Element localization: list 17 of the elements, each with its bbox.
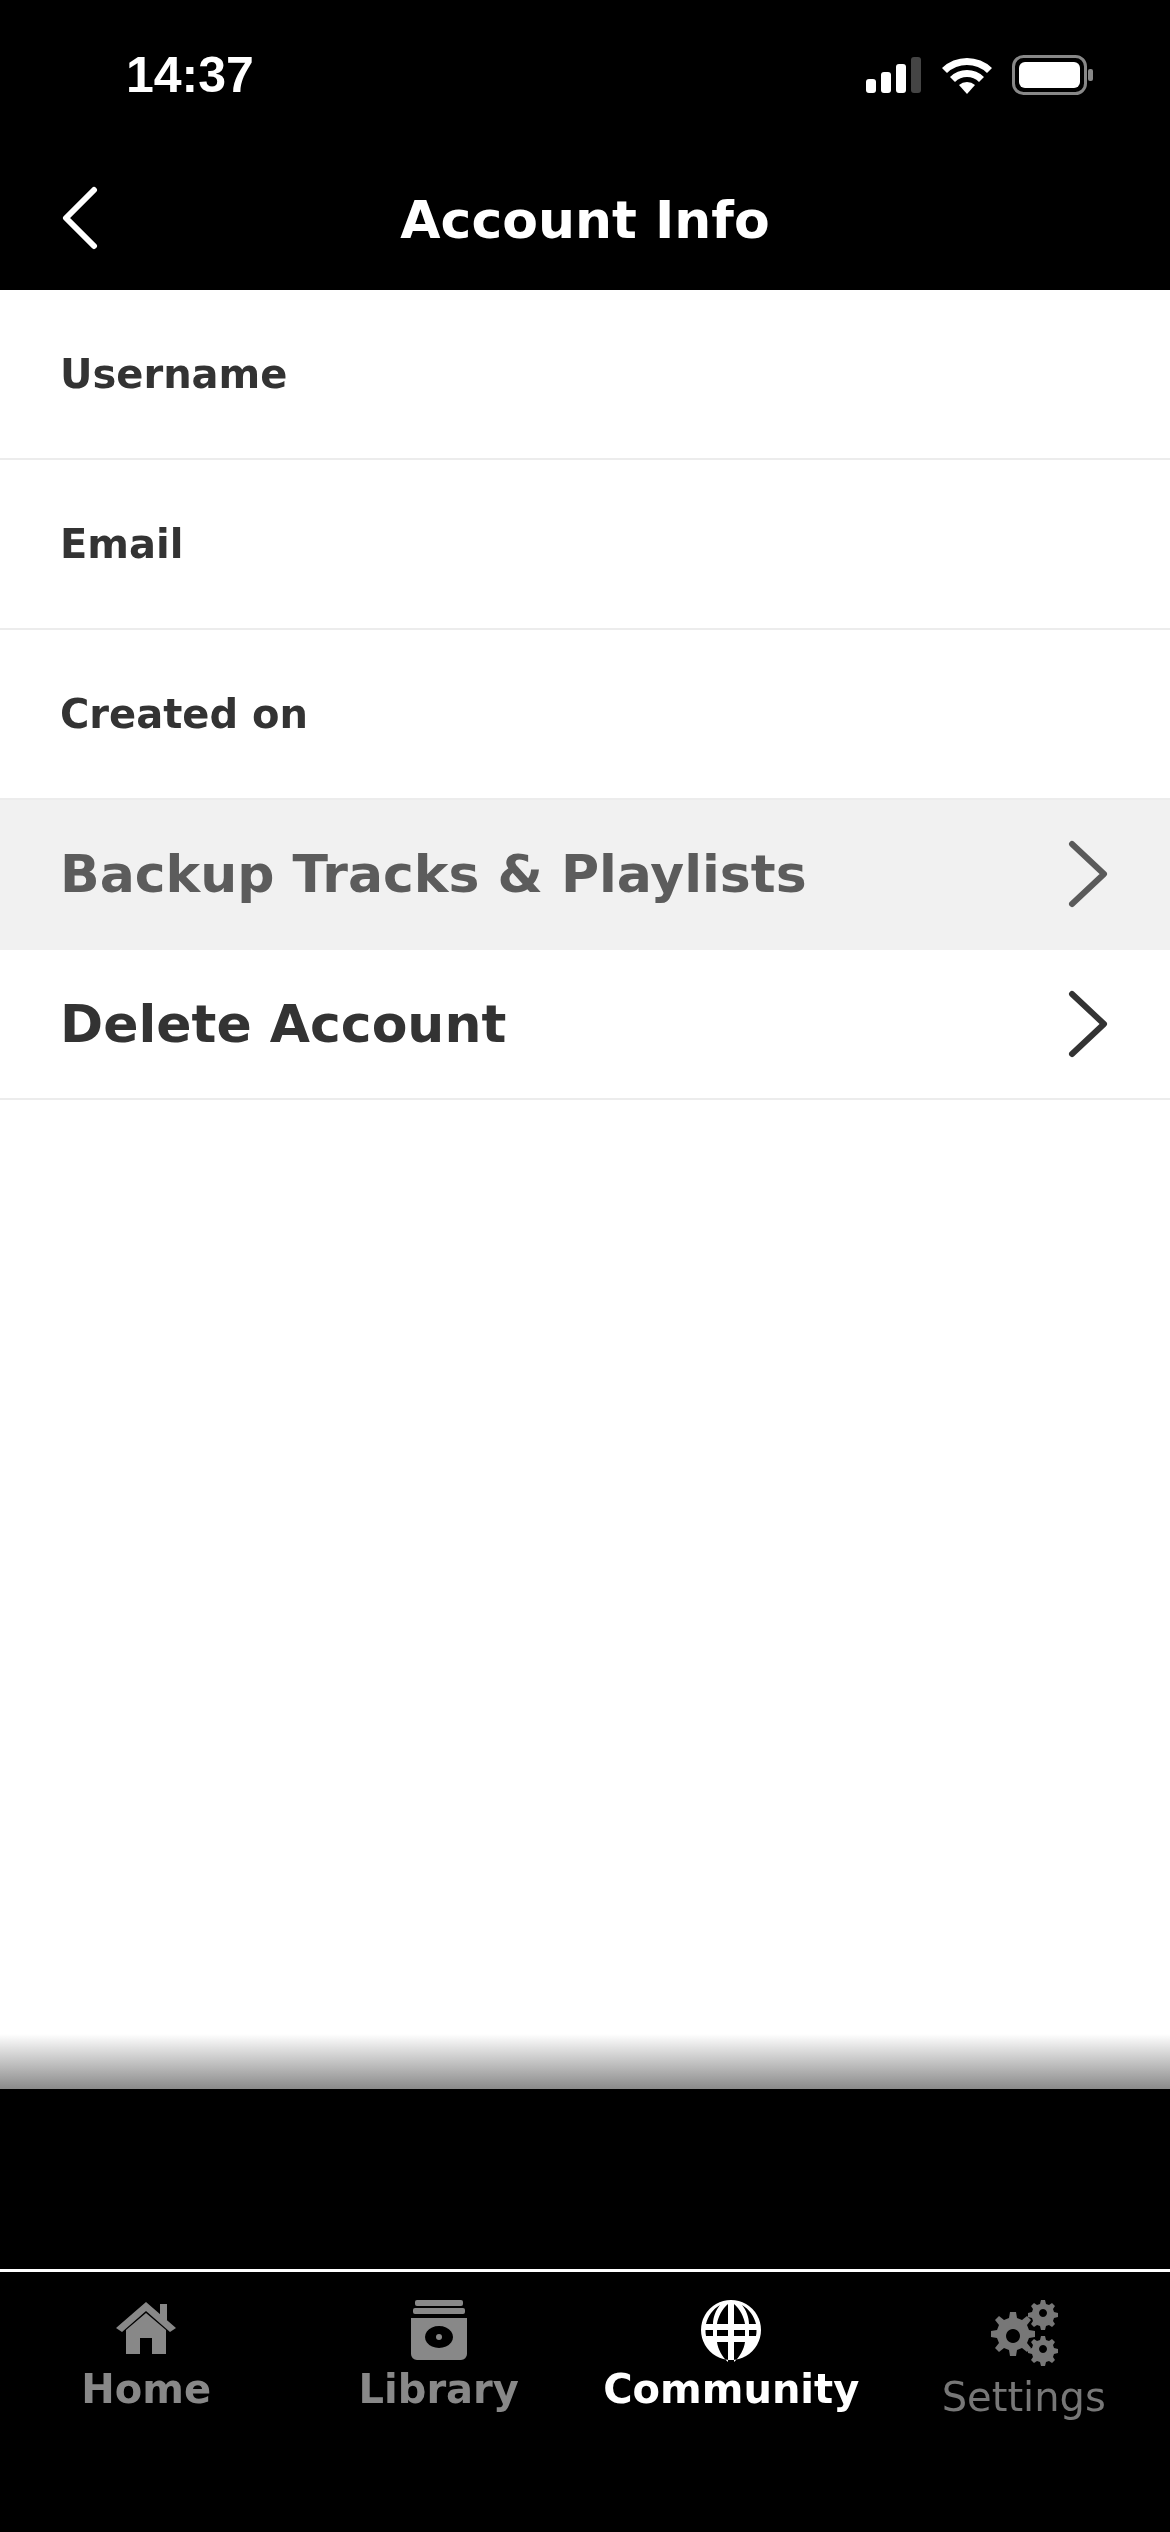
- wifi-icon: [942, 56, 992, 94]
- chevron-right-icon: [1066, 990, 1110, 1058]
- field-label: Username: [60, 351, 288, 397]
- field-label: Created on: [60, 691, 308, 737]
- status-time: 14:37: [126, 46, 254, 104]
- tab[interactable]: Library: [358, 2298, 519, 2412]
- battery-icon: [1012, 55, 1094, 95]
- signal-icon: [866, 57, 922, 93]
- field-label: Email: [60, 521, 184, 567]
- tab[interactable]: Home: [81, 2298, 212, 2412]
- screen-title: Account Info: [400, 190, 770, 250]
- globe-icon: [699, 2298, 764, 2362]
- back-icon[interactable]: [60, 186, 100, 250]
- tab[interactable]: Community: [603, 2298, 860, 2412]
- menu-label: Backup Tracks & Playlists: [60, 844, 807, 904]
- chevron-right-icon: [1066, 840, 1110, 908]
- menu-label: Delete Account: [60, 994, 507, 1054]
